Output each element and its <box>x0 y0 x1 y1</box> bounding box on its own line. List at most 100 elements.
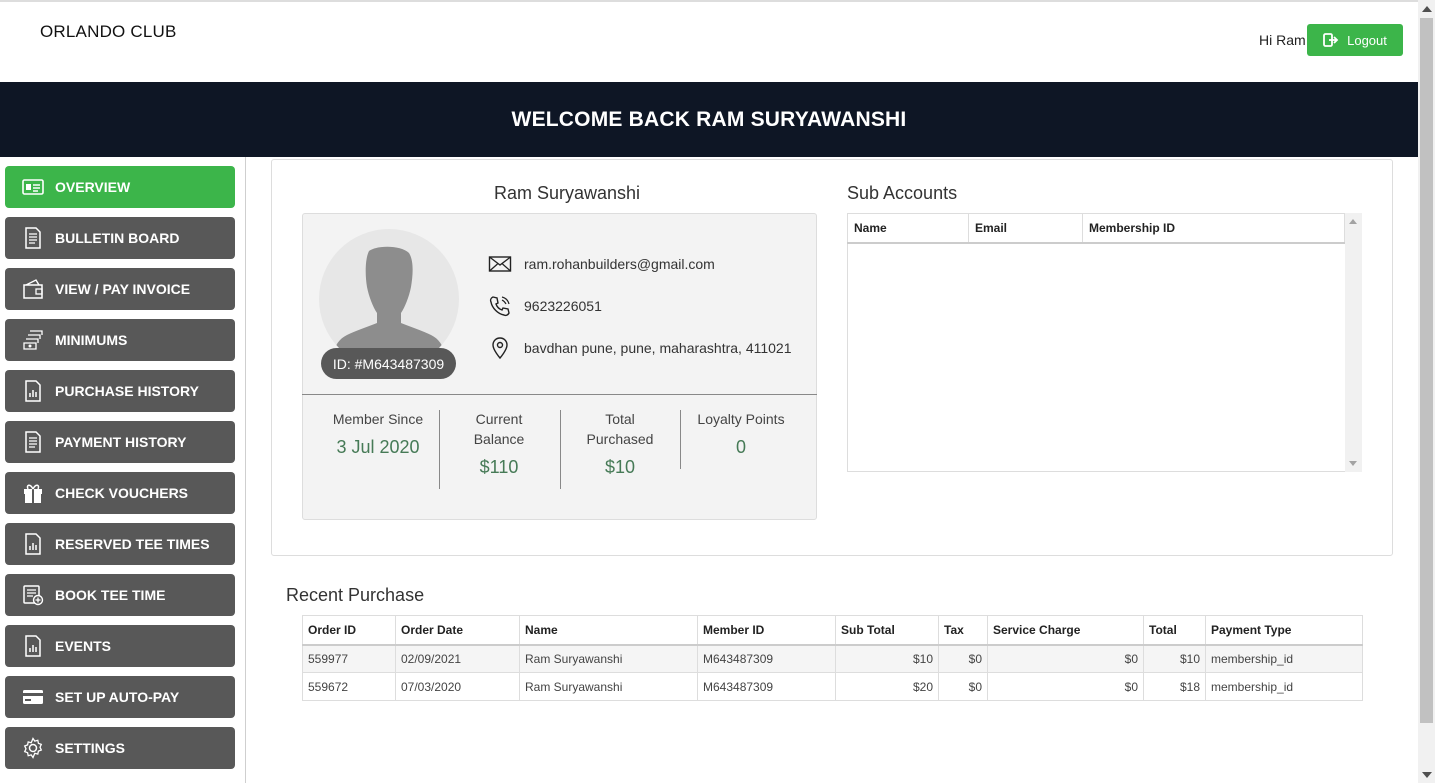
sidebar-item-label: OVERVIEW <box>55 179 131 195</box>
page-scrollbar[interactable] <box>1418 0 1435 783</box>
column-header[interactable]: Order ID <box>302 615 396 646</box>
member-name: Ram Suryawanshi <box>494 183 641 203</box>
sidebar: OVERVIEW BULLETIN BOARD VIEW / PAY INVOI… <box>0 157 246 783</box>
sidebar-item-label: BOOK TEE TIME <box>55 587 166 603</box>
sub-accounts-title: Sub Accounts <box>847 183 958 203</box>
scroll-up-arrow-icon[interactable] <box>1349 219 1357 224</box>
sidebar-item-label: CHECK VOUCHERS <box>55 485 189 501</box>
column-header[interactable]: Membership ID <box>1082 213 1345 244</box>
sidebar-item-payment-history[interactable]: PAYMENT HISTORY <box>5 421 235 463</box>
column-header[interactable]: Payment Type <box>1205 615 1363 646</box>
sidebar-item-overview[interactable]: OVERVIEW <box>5 166 235 208</box>
sidebar-item-label: MINIMUMS <box>55 332 128 348</box>
contact-address: bavdhan pune, pune, maharashtra, 411021 <box>488 336 792 360</box>
column-header[interactable]: Order Date <box>395 615 520 646</box>
sidebar-item-purchase-history[interactable]: PURCHASE HISTORY <box>5 370 235 412</box>
sidebar-item-book-tee-time[interactable]: BOOK TEE TIME <box>5 574 235 616</box>
stat-value: 0 <box>735 437 746 457</box>
cell-service-charge: $0 <box>987 672 1144 701</box>
report-chart-icon <box>19 634 47 658</box>
credit-card-icon <box>19 685 47 709</box>
top-bar: ORLANDO CLUB Hi Ram Logout <box>0 0 1418 82</box>
cell-order-date: 02/09/2021 <box>395 644 520 673</box>
stat-label: Current <box>475 411 523 427</box>
user-greeting: Hi Ram <box>1259 32 1306 48</box>
cell-name: Ram Suryawanshi <box>519 672 698 701</box>
cell-order-id: 559977 <box>302 644 396 673</box>
cell-name: Ram Suryawanshi <box>519 644 698 673</box>
sidebar-item-set-up-auto-pay[interactable]: SET UP AUTO-PAY <box>5 676 235 718</box>
sub-accounts-table-container <box>847 213 1362 472</box>
email-text: ram.rohanbuilders@gmail.com <box>524 256 715 272</box>
stat-member-since: Member Since 3 Jul 2020 <box>318 409 438 458</box>
column-header[interactable]: Email <box>968 213 1083 244</box>
sidebar-item-label: PAYMENT HISTORY <box>55 434 187 450</box>
column-header[interactable]: Service Charge <box>987 615 1144 646</box>
stat-total-purchased: Total Purchased $10 <box>560 409 680 478</box>
sidebar-item-minimums[interactable]: MINIMUMS <box>5 319 235 361</box>
wallet-icon <box>19 277 47 301</box>
money-stack-icon <box>19 328 47 352</box>
id-card-icon <box>19 175 47 199</box>
cell-order-id: 559672 <box>302 672 396 701</box>
stat-value: $110 <box>479 457 519 477</box>
sidebar-item-events[interactable]: EVENTS <box>5 625 235 667</box>
sidebar-item-label: PURCHASE HISTORY <box>55 383 199 399</box>
sidebar-item-label: EVENTS <box>55 638 112 654</box>
sidebar-item-label: BULLETIN BOARD <box>55 230 180 246</box>
sidebar-item-label: RESERVED TEE TIMES <box>55 536 210 552</box>
phone-text: 9623226051 <box>524 298 602 314</box>
card-divider <box>302 394 817 395</box>
report-chart-icon <box>19 532 47 556</box>
cell-service-charge: $0 <box>987 644 1144 673</box>
welcome-title: WELCOME BACK RAM SURYAWANSHI <box>511 107 907 131</box>
scrollbar-thumb[interactable] <box>1420 18 1433 723</box>
sidebar-item-label: SETTINGS <box>55 740 126 756</box>
stat-current-balance: Current Balance $110 <box>439 409 559 478</box>
column-header[interactable]: Member ID <box>697 615 836 646</box>
sub-accounts-scrollbar[interactable] <box>1345 213 1362 472</box>
column-header[interactable]: Total <box>1143 615 1206 646</box>
sidebar-item-view-pay-invoice[interactable]: VIEW / PAY INVOICE <box>5 268 235 310</box>
stat-label: Loyalty Points <box>697 411 785 427</box>
sidebar-item-settings[interactable]: SETTINGS <box>5 727 235 769</box>
member-id-badge: ID: #M643487309 <box>321 348 456 379</box>
stat-label: Purchased <box>586 431 654 447</box>
column-header[interactable]: Tax <box>938 615 988 646</box>
sidebar-item-label: SET UP AUTO-PAY <box>55 689 180 705</box>
sidebar-item-reserved-tee-times[interactable]: RESERVED TEE TIMES <box>5 523 235 565</box>
logout-button[interactable]: Logout <box>1307 24 1403 56</box>
sub-accounts-table: Name Email Membership ID <box>847 213 1345 244</box>
column-header[interactable]: Name <box>519 615 698 646</box>
stat-label: Total <box>605 411 635 427</box>
welcome-banner: WELCOME BACK RAM SURYAWANSHI <box>0 82 1418 157</box>
cell-tax: $0 <box>938 672 988 701</box>
stat-value: $10 <box>604 457 636 477</box>
cell-tax: $0 <box>938 644 988 673</box>
contact-email: ram.rohanbuilders@gmail.com <box>488 252 715 276</box>
scroll-down-arrow-icon[interactable] <box>1422 772 1432 778</box>
document-list-icon <box>19 226 47 250</box>
phone-icon <box>489 296 510 317</box>
stat-label: Balance <box>473 431 525 447</box>
scroll-up-arrow-icon[interactable] <box>1422 6 1432 12</box>
column-header[interactable]: Name <box>847 213 969 244</box>
cell-member-id: M643487309 <box>697 644 836 673</box>
cell-total: $18 <box>1143 672 1206 701</box>
gift-icon <box>19 481 47 505</box>
address-text: bavdhan pune, pune, maharashtra, 411021 <box>524 340 792 356</box>
location-pin-icon <box>492 337 508 360</box>
cell-sub-total: $10 <box>835 644 939 673</box>
stat-label: Member Since <box>332 411 424 427</box>
document-list-icon <box>19 430 47 454</box>
list-add-icon <box>19 583 47 607</box>
column-header[interactable]: Sub Total <box>835 615 939 646</box>
sidebar-item-bulletin-board[interactable]: BULLETIN BOARD <box>5 217 235 259</box>
sidebar-item-label: VIEW / PAY INVOICE <box>55 281 191 297</box>
cell-payment-type: membership_id <box>1205 672 1363 701</box>
table-row[interactable]: 559672 07/03/2020 Ram Suryawanshi M64348… <box>302 672 1363 701</box>
sidebar-item-check-vouchers[interactable]: CHECK VOUCHERS <box>5 472 235 514</box>
stat-loyalty-points: Loyalty Points 0 <box>681 409 801 458</box>
scroll-down-arrow-icon[interactable] <box>1349 461 1357 466</box>
table-row[interactable]: 559977 02/09/2021 Ram Suryawanshi M64348… <box>302 644 1363 673</box>
